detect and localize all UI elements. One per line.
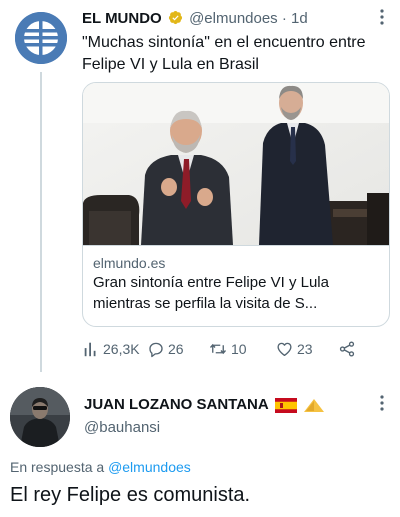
link-card[interactable]: elmundo.es Gran sintonía entre Felipe VI… xyxy=(82,82,390,327)
reply-icon xyxy=(149,342,163,358)
reply-count: 26 xyxy=(168,341,184,357)
card-domain: elmundo.es xyxy=(93,255,166,271)
avatar-bauhansi[interactable] xyxy=(10,387,70,447)
reply-to-handle-link[interactable]: @elmundoes xyxy=(108,459,191,475)
reply-button[interactable]: 26 xyxy=(147,338,184,360)
verified-badge-icon xyxy=(168,10,183,25)
like-button[interactable]: 23 xyxy=(275,338,313,360)
author-handle[interactable]: @elmundoes xyxy=(189,10,278,27)
card-title: Gran sintonía entre Felipe VI y Lula mie… xyxy=(93,274,329,312)
views-count: 26,3K xyxy=(103,341,140,357)
author-name[interactable]: EL MUNDO xyxy=(82,10,162,27)
reply-prefix: En respuesta a xyxy=(10,459,105,475)
more-options-button[interactable] xyxy=(376,8,388,26)
separator-dot: · xyxy=(281,10,287,27)
tweet-text: El rey Felipe es comunista. xyxy=(10,484,251,506)
share-button[interactable] xyxy=(338,338,356,360)
more-icon xyxy=(380,395,384,411)
views-button[interactable]: 26,3K xyxy=(82,338,140,360)
author-handle[interactable]: @bauhansi xyxy=(84,419,160,437)
avatar-elmundo[interactable] xyxy=(15,12,67,64)
more-options-button[interactable] xyxy=(376,394,388,412)
spain-flag-icon xyxy=(274,397,297,413)
like-count: 23 xyxy=(297,341,313,357)
tweet-time[interactable]: 1d xyxy=(291,10,308,27)
retweet-count: 10 xyxy=(231,341,247,357)
tweet-actions: 26,3K 26 10 23 xyxy=(82,338,382,360)
like-icon xyxy=(277,342,292,357)
retweet-icon xyxy=(209,343,227,355)
tweet-header: JUAN LOZANO SANTANA xyxy=(84,396,325,414)
ruler-triangle-icon xyxy=(303,398,324,412)
card-photo[interactable] xyxy=(83,83,389,245)
elmundo-logo-icon xyxy=(15,12,67,64)
reply-context: En respuesta a @elmundoes xyxy=(10,458,191,476)
share-icon xyxy=(339,341,355,357)
tweet-elmundo[interactable]: EL MUNDO @elmundoes · 1d "Muchas sintoní… xyxy=(0,0,400,372)
tweet-reply[interactable]: JUAN LOZANO SANTANA @bauhansi En respues… xyxy=(0,372,400,517)
retweet-button[interactable]: 10 xyxy=(208,338,247,360)
tweet-header: EL MUNDO @elmundoes · 1d xyxy=(82,10,308,28)
views-icon xyxy=(84,342,96,357)
tweet-text: "Muchas sintonía" en el encuentro entre … xyxy=(82,34,366,73)
more-icon xyxy=(380,9,384,25)
author-name[interactable]: JUAN LOZANO SANTANA xyxy=(84,396,269,414)
card-info[interactable]: elmundo.es Gran sintonía entre Felipe VI… xyxy=(83,245,389,326)
